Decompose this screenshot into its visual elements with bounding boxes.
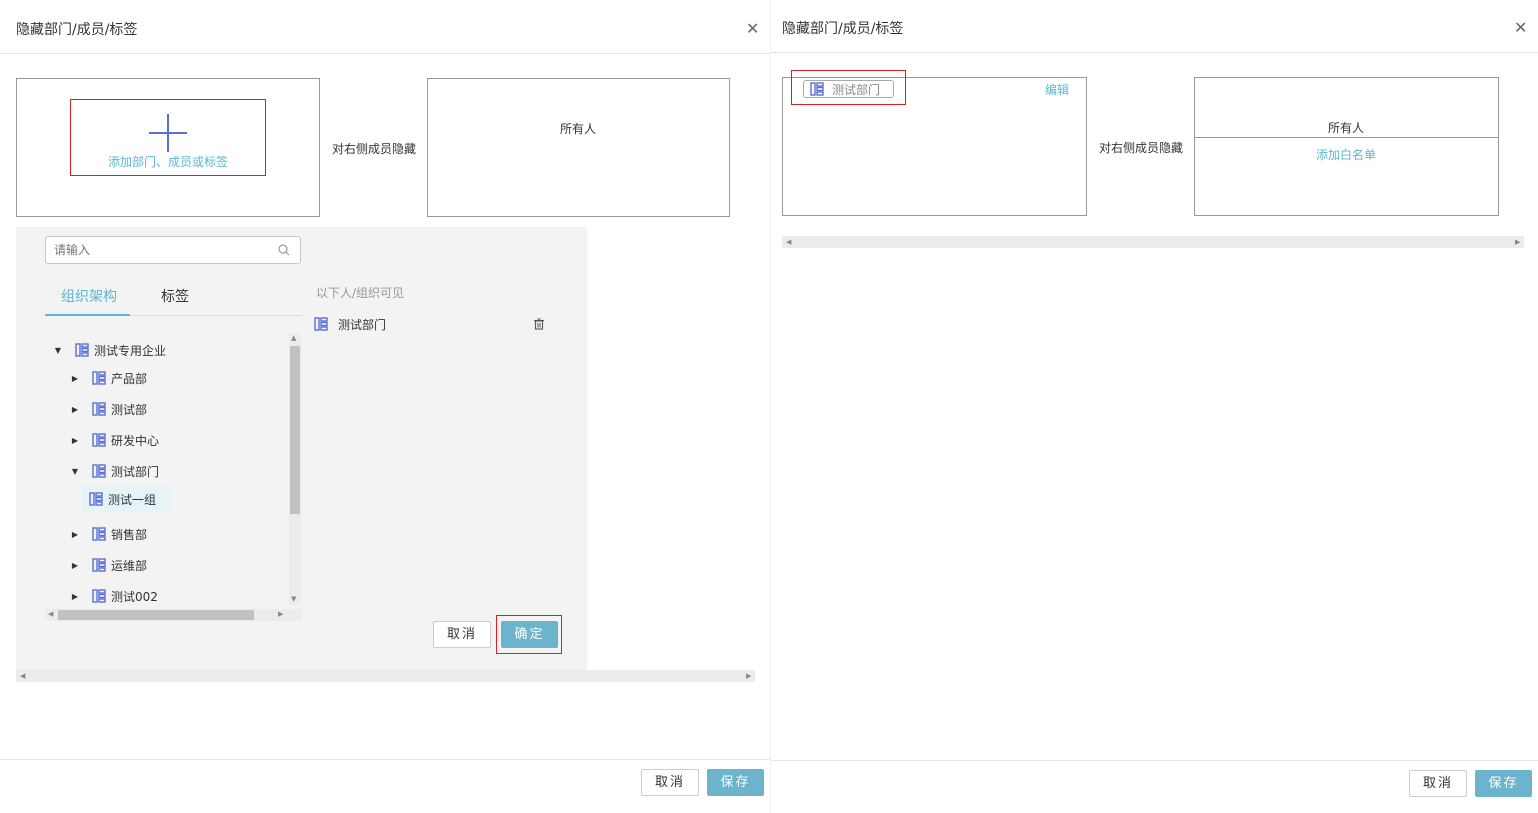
tree-node[interactable]: ▶ 销售部	[70, 524, 147, 544]
org-icon	[92, 402, 106, 416]
caret-right-icon[interactable]: ▶	[70, 561, 80, 570]
org-tree: ▼ 测试专用企业 ▶ 产品部 ▶ 测试部 ▶ 研发中心 ▼ 测试部门 测试一组 …	[45, 332, 302, 609]
scroll-left-arrow[interactable]: ◀	[786, 239, 791, 246]
tree-node[interactable]: ▶ 产品部	[70, 368, 147, 388]
caret-down-icon[interactable]: ▼	[70, 467, 80, 476]
tree-node[interactable]: ▶ 研发中心	[70, 430, 159, 450]
caret-right-icon[interactable]: ▶	[70, 405, 80, 414]
footer-save-button[interactable]: 保存	[1475, 770, 1532, 797]
picker-panel: 组织架构 标签 ▼ 测试专用企业 ▶ 产品部 ▶ 测试部	[16, 227, 587, 670]
footer-cancel-button[interactable]: 取消	[641, 769, 699, 796]
everyone-label: 所有人	[560, 122, 597, 136]
dialog-horizontal-scrollbar[interactable]	[16, 670, 755, 682]
org-icon	[314, 317, 328, 331]
everyone-label: 所有人	[1328, 121, 1365, 135]
selected-item-label: 测试部门	[338, 317, 387, 332]
hide-from-right-label: 对右侧成员隐藏	[332, 142, 417, 156]
hide-from-right-label: 对右侧成员隐藏	[1099, 141, 1184, 155]
org-icon	[92, 589, 106, 603]
footer-divider	[771, 760, 1538, 761]
tree-node[interactable]: ▶ 测试部	[70, 399, 147, 419]
org-icon	[89, 492, 103, 506]
org-icon	[92, 371, 106, 385]
picker-confirm-button[interactable]: 确定	[501, 621, 558, 648]
department-tag[interactable]: 测试部门	[803, 80, 894, 98]
tree-node-label: 测试一组	[108, 492, 157, 507]
visible-members-box	[427, 78, 730, 217]
dialog-horizontal-scrollbar[interactable]	[782, 236, 1524, 248]
org-icon	[810, 82, 824, 96]
tree-node-label: 测试专用企业	[94, 343, 167, 358]
tab-org-structure[interactable]: 组织架构	[45, 277, 130, 317]
add-target-button[interactable]: 添加部门、成员或标签	[72, 101, 264, 174]
scroll-right-arrow[interactable]: ▶	[278, 611, 283, 618]
department-tag-label: 测试部门	[832, 82, 881, 97]
tab-label: 组织架构	[61, 289, 117, 305]
title-divider	[0, 53, 770, 54]
caret-down-icon[interactable]: ▼	[53, 346, 63, 355]
org-icon	[92, 558, 106, 572]
scroll-right-arrow[interactable]: ▶	[746, 673, 751, 680]
scroll-left-arrow[interactable]: ◀	[20, 673, 25, 680]
tree-node-label: 测试部门	[111, 464, 160, 479]
tab-label: 标签	[161, 289, 189, 305]
edit-link[interactable]: 编辑	[1045, 81, 1069, 98]
tree-node[interactable]: ▼ 测试部门	[70, 461, 159, 481]
tree-node-label: 销售部	[111, 527, 148, 542]
tree-node-label: 产品部	[111, 371, 148, 386]
box-divider	[1195, 137, 1498, 138]
plus-icon	[149, 114, 187, 152]
active-tab-indicator	[45, 314, 130, 316]
search-field[interactable]	[46, 237, 266, 263]
org-icon	[92, 527, 106, 541]
search-icon	[278, 244, 290, 256]
org-icon	[75, 343, 89, 357]
trash-icon[interactable]	[533, 318, 545, 330]
caret-right-icon[interactable]: ▶	[70, 592, 80, 601]
close-icon[interactable]: ✕	[746, 21, 759, 37]
picker-cancel-button[interactable]: 取消	[433, 621, 491, 648]
dialog-title: 隐藏部门/成员/标签	[16, 22, 138, 38]
tree-node-selected[interactable]: 测试一组	[81, 486, 171, 512]
scroll-left-arrow[interactable]: ◀	[48, 611, 53, 618]
add-target-label: 添加部门、成员或标签	[107, 155, 228, 169]
search-input[interactable]	[45, 236, 301, 264]
close-icon[interactable]: ✕	[1514, 20, 1527, 36]
caret-right-icon[interactable]: ▶	[70, 530, 80, 539]
caret-right-icon[interactable]: ▶	[70, 436, 80, 445]
dialog-title: 隐藏部门/成员/标签	[782, 21, 904, 37]
scroll-right-arrow[interactable]: ▶	[1515, 239, 1520, 246]
tree-vertical-scroll-thumb[interactable]	[290, 346, 300, 514]
title-divider	[771, 52, 1538, 53]
tab-tags[interactable]: 标签	[146, 277, 206, 317]
org-icon	[92, 433, 106, 447]
footer-save-button[interactable]: 保存	[707, 769, 764, 796]
tree-node-label: 研发中心	[111, 433, 160, 448]
caret-right-icon[interactable]: ▶	[70, 374, 80, 383]
tree-horizontal-scroll-thumb[interactable]	[58, 610, 254, 620]
org-icon	[92, 464, 106, 478]
tree-node[interactable]: ▶ 测试002	[70, 586, 158, 606]
tree-node[interactable]: ▶ 运维部	[70, 555, 147, 575]
selected-item: 测试部门	[314, 314, 550, 334]
tree-node-label: 测试002	[111, 589, 158, 604]
left-dialog: 隐藏部门/成员/标签 ✕ 添加部门、成员或标签 对右侧成员隐藏 所有人 组织架构…	[0, 0, 770, 813]
scroll-up-arrow[interactable]: ▲	[291, 335, 296, 342]
add-whitelist-link[interactable]: 添加白名单	[1316, 146, 1376, 163]
footer-divider	[0, 759, 770, 760]
tree-node-label: 运维部	[111, 558, 148, 573]
scroll-down-arrow[interactable]: ▼	[291, 596, 296, 603]
tree-node[interactable]: ▼ 测试专用企业	[53, 340, 166, 360]
footer-cancel-button[interactable]: 取消	[1409, 770, 1467, 797]
tree-node-label: 测试部	[111, 402, 148, 417]
right-dialog: 隐藏部门/成员/标签 ✕ 测试部门 编辑 对右侧成员隐藏 所有人 添加白名单 ◀…	[771, 0, 1538, 813]
visible-heading: 以下人/组织可见	[316, 286, 405, 300]
